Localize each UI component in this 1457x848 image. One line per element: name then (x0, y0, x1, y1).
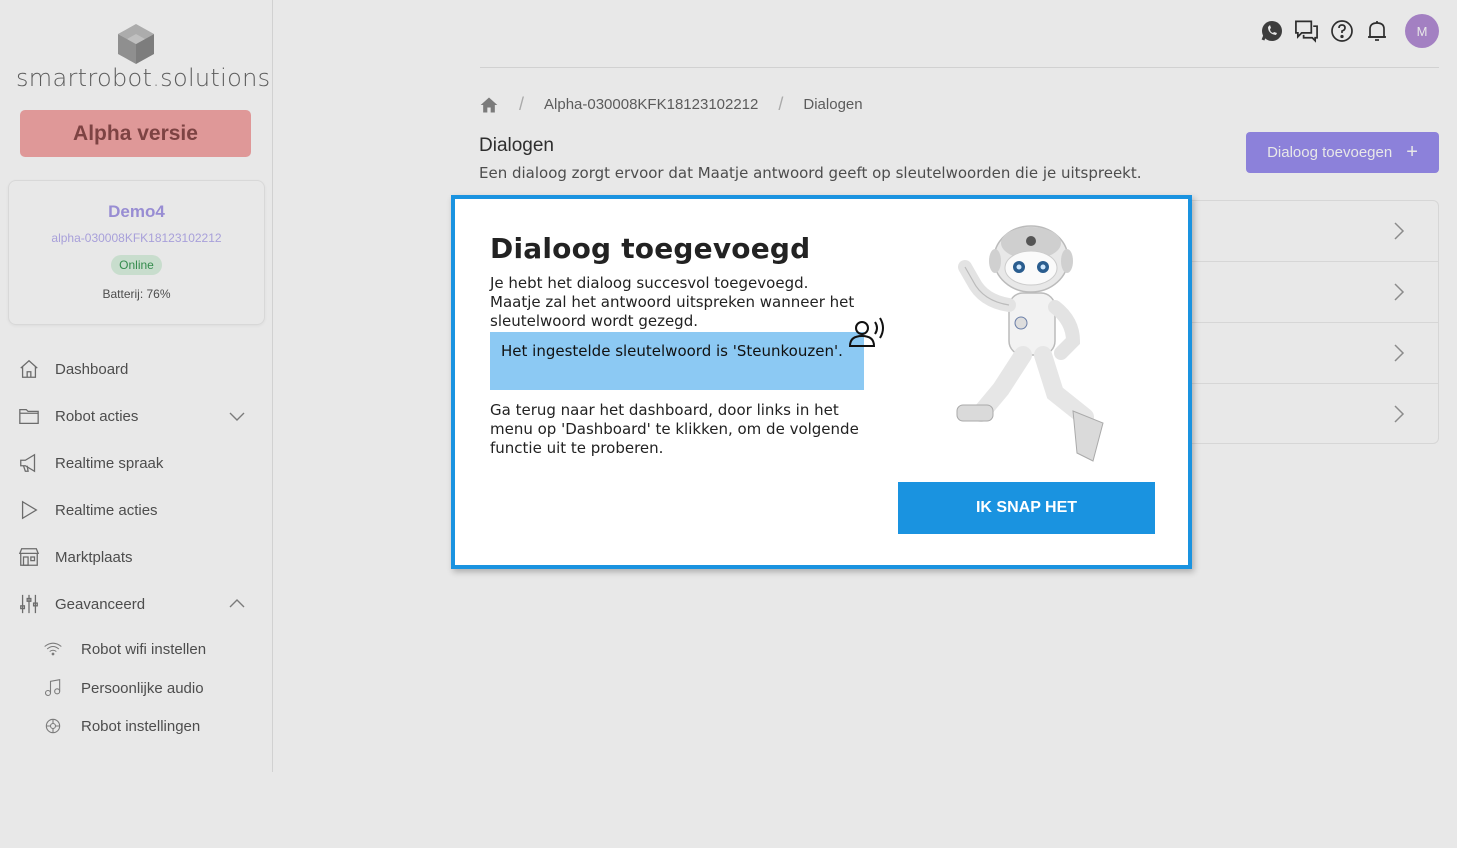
modal-message: Je hebt het dialoog succesvol toegevoegd… (490, 274, 855, 330)
got-it-button[interactable]: IK SNAP HET (898, 482, 1155, 534)
modal-title: Dialoog toegevoegd (490, 232, 811, 265)
robot-illustration (956, 225, 1104, 462)
keyword-info-box: Het ingestelde sleutelwoord is 'Steunkou… (490, 332, 864, 390)
modal-instructions: Ga terug naar het dashboard, door links … (490, 401, 859, 457)
speaking-person-icon (848, 317, 884, 347)
dialog-added-modal: Dialoog toegevoegd Je hebt het dialoog s… (451, 195, 1192, 569)
